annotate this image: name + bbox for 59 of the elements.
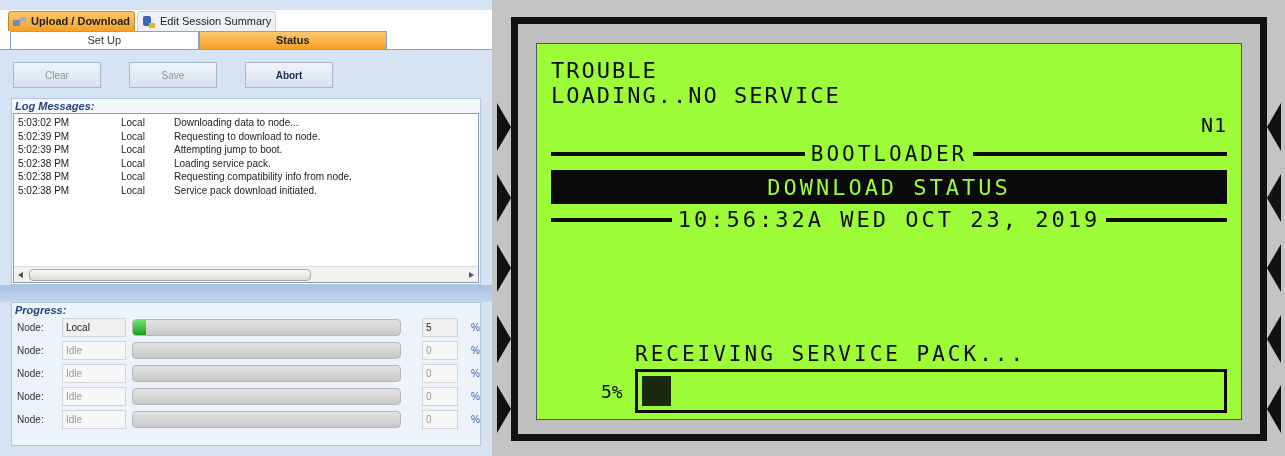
node-name-field: Local <box>62 317 126 337</box>
scroll-left-icon[interactable] <box>18 271 23 278</box>
log-source: Local <box>121 183 146 197</box>
toolbar-button[interactable]: Abort <box>245 62 333 88</box>
lcd-section-title: BOOTLOADER <box>810 142 968 166</box>
tab[interactable]: Set Up <box>10 31 199 49</box>
node-label: Node: <box>17 412 45 427</box>
percent-unit: % <box>471 343 480 358</box>
log-message: Attempting jump to boot. <box>174 143 283 157</box>
node-name-field: Idle <box>62 340 126 360</box>
percent-unit: % <box>471 320 480 335</box>
lcd-percent: 5% <box>601 379 624 404</box>
scrollbar-thumb[interactable] <box>29 268 311 281</box>
log-message: Loading service pack. <box>174 156 271 170</box>
log-time: 5:03:02 PM <box>18 116 71 130</box>
lcd-node-id: N1 <box>1200 112 1227 139</box>
percent-field: 0 <box>422 363 458 383</box>
lcd-datetime: 10:56:32A WED OCT 23, 2019 <box>677 206 1101 234</box>
log-time: 5:02:39 PM <box>18 143 71 157</box>
log-message: Requesting compatibility info from node. <box>174 170 352 184</box>
section-title: Log Messages: <box>14 99 96 113</box>
log-time: 5:02:38 PM <box>18 183 71 197</box>
log-source: Local <box>121 156 146 170</box>
tab[interactable]: Upload / Download <box>8 11 135 31</box>
node-name-field: Idle <box>62 386 126 406</box>
lcd-status: RECEIVING SERVICE PACK... <box>635 341 1028 367</box>
percent-unit: % <box>471 389 480 404</box>
log-message: Service pack download initiated. <box>174 183 317 197</box>
horizontal-scrollbar[interactable] <box>14 266 478 282</box>
percent-unit: % <box>471 366 480 381</box>
percent-unit: % <box>471 412 480 427</box>
log-message: Requesting to download to node. <box>174 129 321 143</box>
log-source: Local <box>121 116 146 130</box>
log-time: 5:02:38 PM <box>18 156 71 170</box>
node-label: Node: <box>17 366 45 381</box>
lcd-text: TROUBLE <box>551 58 659 83</box>
section-title: Progress: <box>14 303 68 317</box>
scroll-right-icon[interactable] <box>469 271 474 278</box>
database-icon <box>142 14 156 29</box>
tab[interactable]: Status <box>198 31 387 49</box>
percent-field: 0 <box>422 386 458 406</box>
node-label: Node: <box>17 343 45 358</box>
node-label: Node: <box>17 320 45 335</box>
network-icon <box>13 15 27 28</box>
tab[interactable]: Edit Session Summary <box>137 11 277 31</box>
percent-field: 0 <box>422 340 458 360</box>
log-message: Downloading data to node... <box>174 116 299 130</box>
node-name-field: Idle <box>62 409 126 429</box>
node-name-field: Idle <box>62 363 126 383</box>
log-source: Local <box>121 170 146 184</box>
log-source: Local <box>121 143 146 157</box>
log-source: Local <box>121 129 146 143</box>
percent-field: 0 <box>422 409 458 429</box>
node-label: Node: <box>17 389 45 404</box>
lcd-text: LOADING..NO SERVICE <box>551 83 842 108</box>
lcd-banner: DOWNLOAD STATUS <box>551 170 1227 204</box>
log-time: 5:02:38 PM <box>18 170 71 184</box>
log-time: 5:02:39 PM <box>18 129 71 143</box>
percent-field: 5 <box>422 317 458 337</box>
